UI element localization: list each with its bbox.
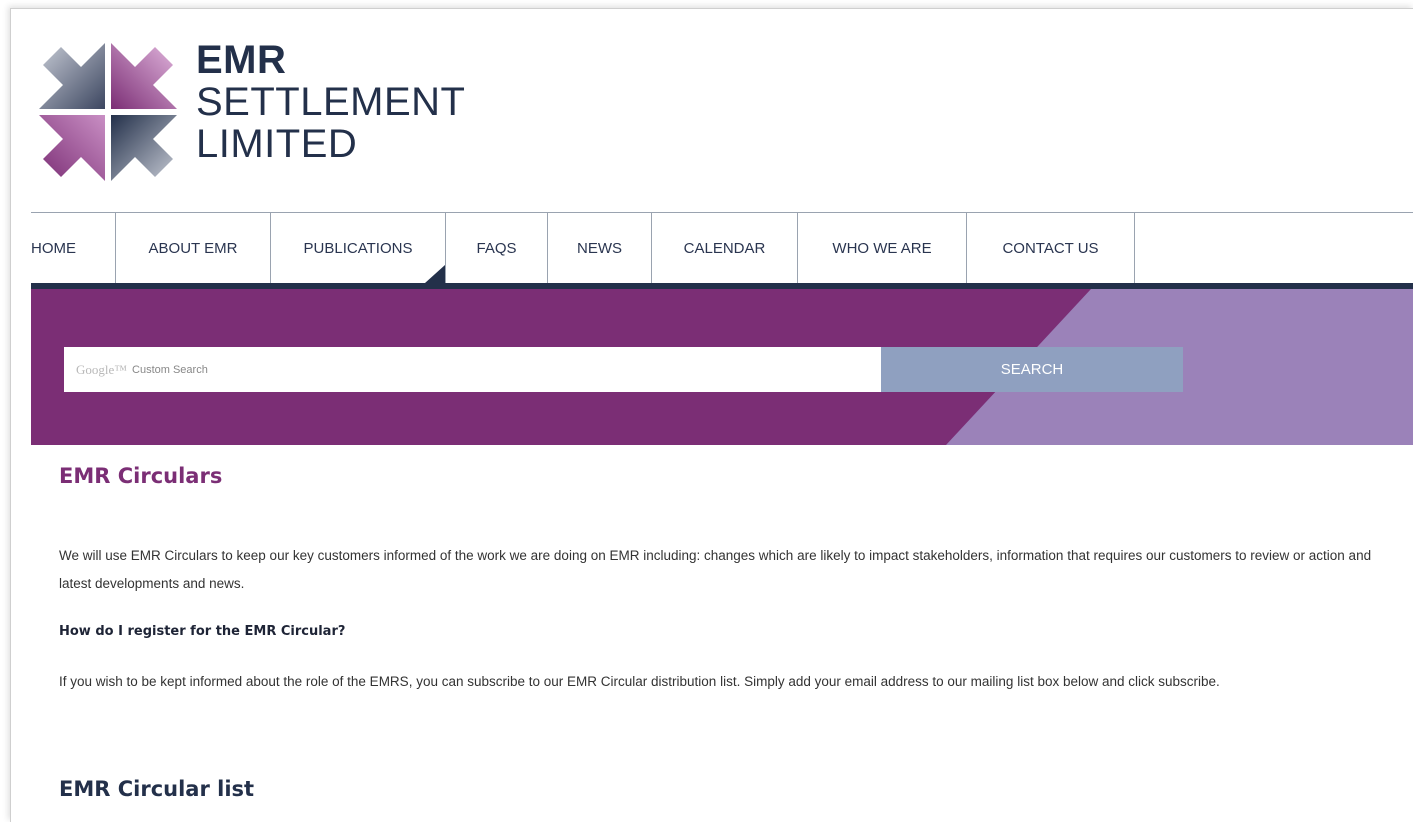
nav-home-label: HOME xyxy=(31,239,76,257)
search-placeholder: Custom Search xyxy=(132,363,208,376)
nav-calendar[interactable]: CALENDAR xyxy=(652,213,798,283)
brand-line-2: SETTLEMENT xyxy=(196,80,466,124)
nav-who-we-are-label: WHO WE ARE xyxy=(832,239,932,257)
google-mark: Google™ xyxy=(76,361,128,377)
search-button-label: SEARCH xyxy=(1000,361,1064,378)
register-answer: If you wish to be kept informed about th… xyxy=(59,674,1220,689)
brand-wordmark: EMR SETTLEMENT LIMITED xyxy=(196,39,465,165)
main-nav: HOME ABOUT EMR PUBLICATIONS FAQS NEWS CA… xyxy=(31,212,1413,290)
nav-contact-us[interactable]: CONTACT US xyxy=(967,213,1135,283)
nav-who-we-are[interactable]: WHO WE ARE xyxy=(798,213,967,283)
nav-contact-us-label: CONTACT US xyxy=(1002,239,1099,257)
brand-line-1: EMR xyxy=(196,38,287,82)
search-banner: Google™ Custom Search SEARCH xyxy=(31,289,1413,445)
nav-about-emr[interactable]: ABOUT EMR xyxy=(116,213,271,283)
search-button[interactable]: SEARCH xyxy=(881,347,1183,392)
nav-faqs[interactable]: FAQS xyxy=(446,213,548,283)
register-question: How do I register for the EMR Circular? xyxy=(59,624,346,639)
nav-about-emr-label: ABOUT EMR xyxy=(148,239,238,257)
search-input[interactable]: Google™ Custom Search xyxy=(64,347,882,392)
nav-news[interactable]: NEWS xyxy=(548,213,652,283)
nav-faqs-label: FAQS xyxy=(476,239,517,257)
nav-news-label: NEWS xyxy=(577,239,622,257)
page-title: EMR Circulars xyxy=(59,464,223,488)
emr-logo[interactable] xyxy=(33,37,183,187)
circular-list-heading: EMR Circular list xyxy=(59,777,255,801)
brand-line-3: LIMITED xyxy=(196,122,358,166)
nav-publications[interactable]: PUBLICATIONS xyxy=(271,213,446,283)
nav-calendar-label: CALENDAR xyxy=(683,239,766,257)
nav-publications-label: PUBLICATIONS xyxy=(303,239,413,257)
nav-home[interactable]: HOME xyxy=(31,213,116,283)
main-content: EMR Circulars We will use EMR Circulars … xyxy=(59,464,1399,801)
page-frame: EMR SETTLEMENT LIMITED HOME ABOUT EMR PU… xyxy=(10,8,1413,822)
intro-paragraph: We will use EMR Circulars to keep our ke… xyxy=(59,548,1372,591)
